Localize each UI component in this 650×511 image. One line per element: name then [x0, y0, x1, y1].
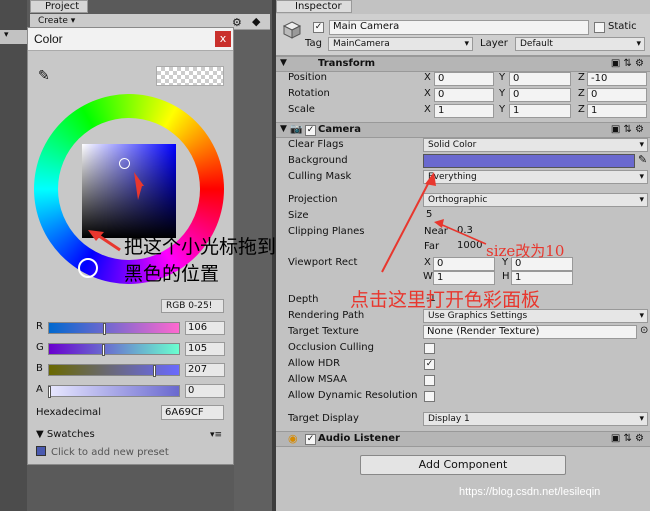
annotation-size: size改为10: [486, 242, 565, 260]
arrow-to-cursor: [134, 172, 144, 200]
arrow-to-culling: [381, 179, 431, 273]
arrow-to-size: [439, 223, 487, 245]
annotation-open-color: 点击这里打开色彩面板: [350, 289, 541, 311]
arrow-head-culling: [425, 172, 436, 186]
arrow-head-size: [434, 219, 444, 228]
annotation-drag-cursor: 把这个小光标拖到 黑色的位置: [124, 236, 277, 285]
